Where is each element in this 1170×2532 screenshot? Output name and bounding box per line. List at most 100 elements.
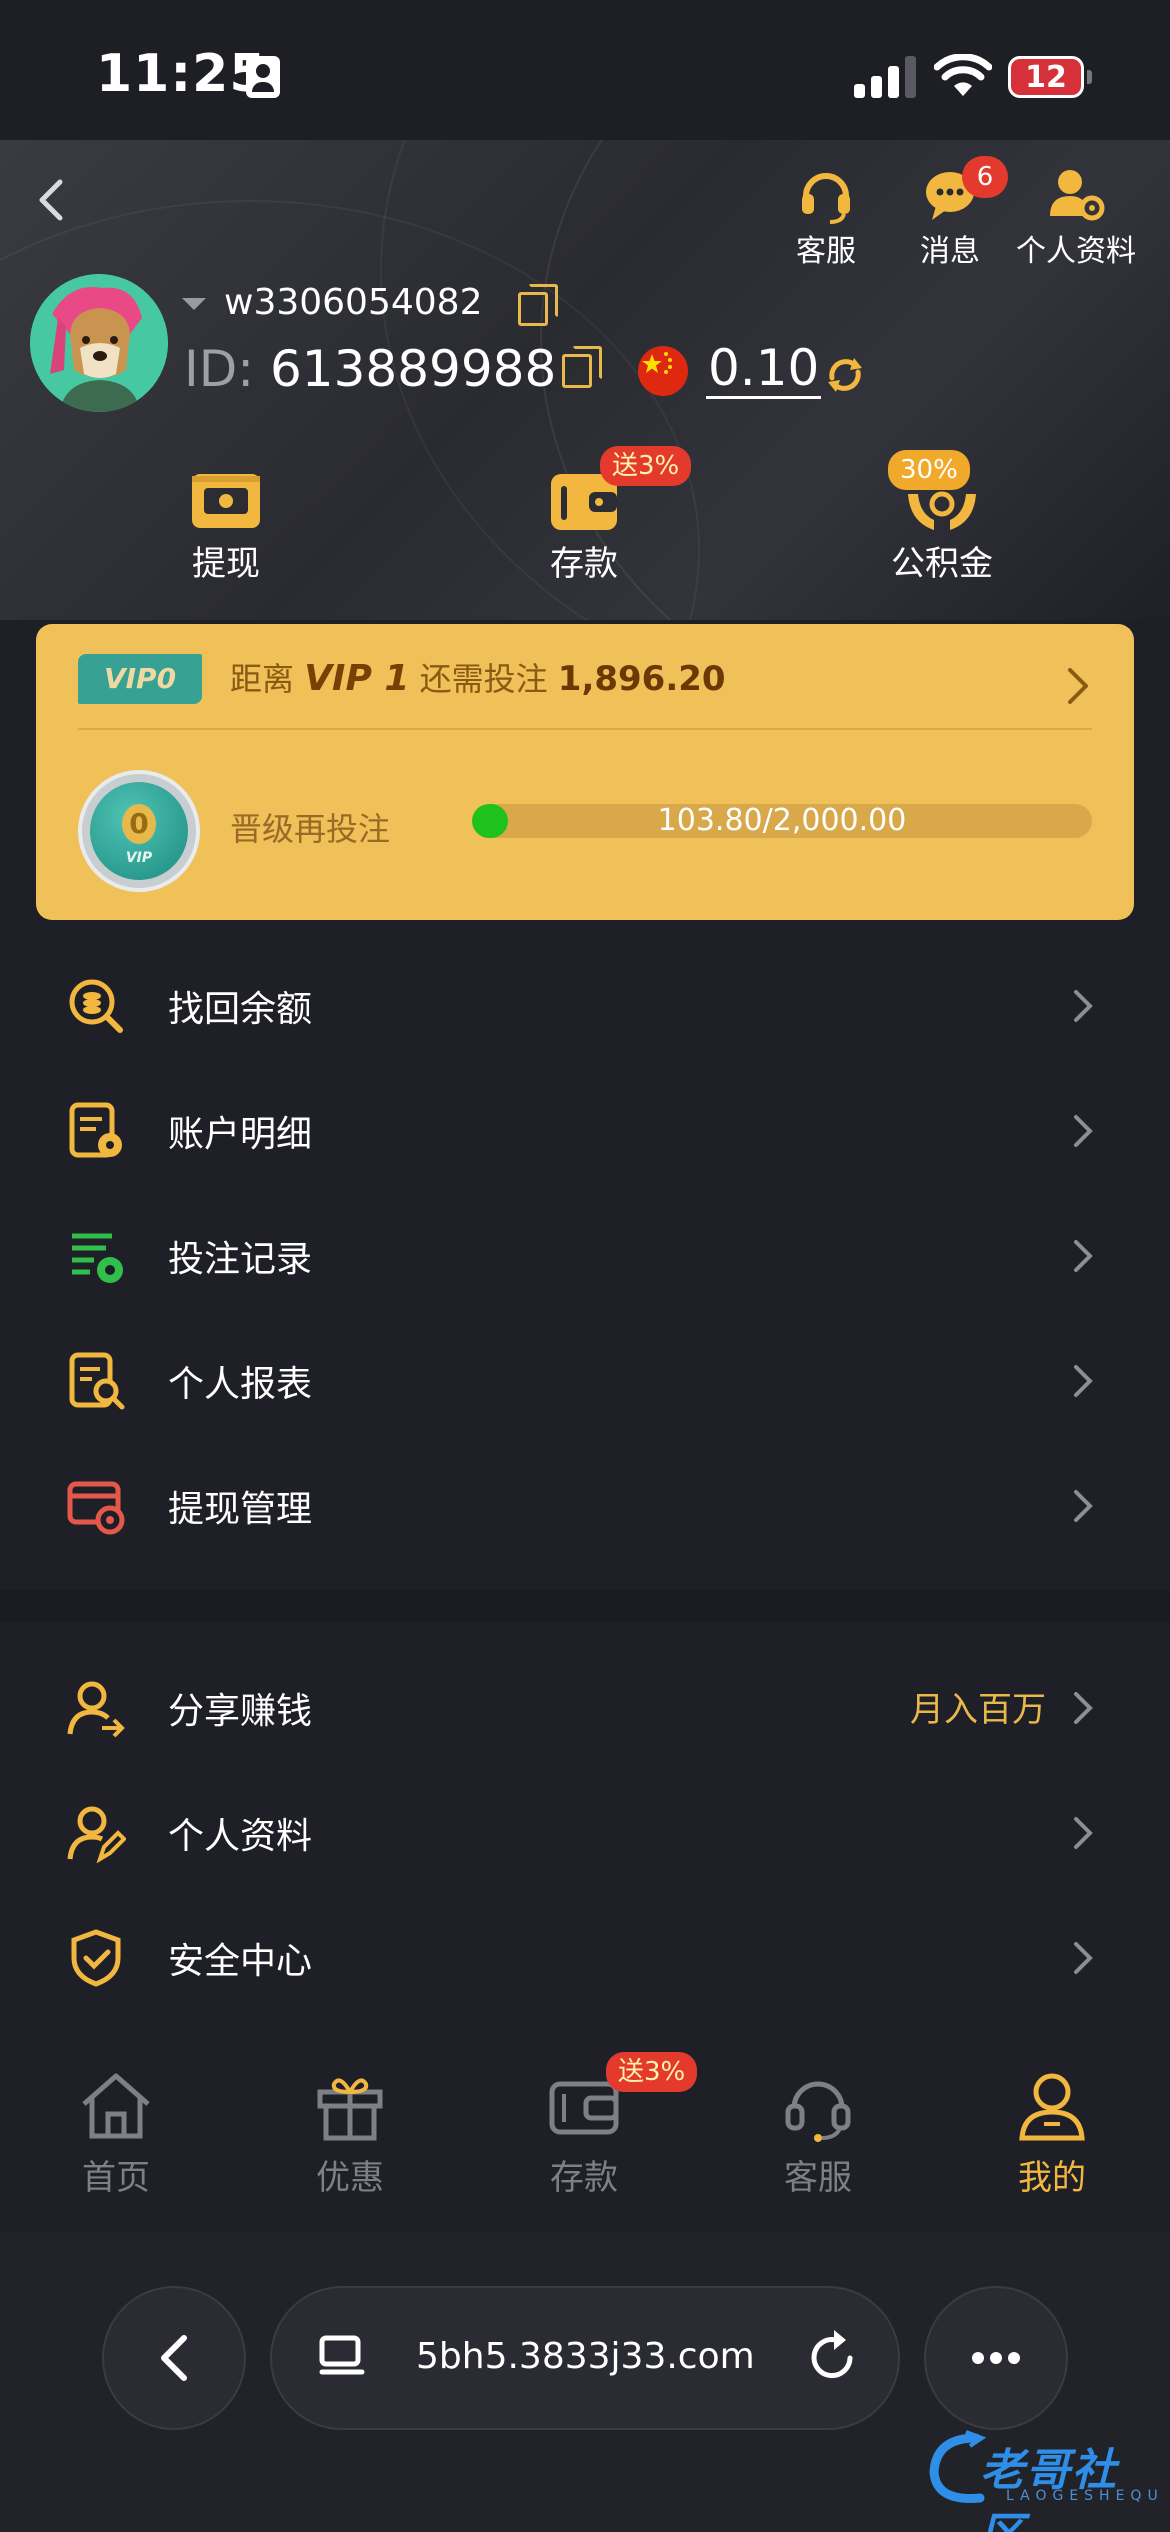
vip-medal-level: 0 xyxy=(122,804,156,844)
menu-bet-records[interactable]: 投注记录 xyxy=(0,1192,1170,1317)
nav-label: 客服 xyxy=(784,2158,852,2198)
gift-icon xyxy=(317,2078,383,2141)
menu-label: 个人资料 xyxy=(168,1816,313,1857)
headset-icon xyxy=(802,173,850,224)
deposit-button[interactable]: 送3% 存款 xyxy=(494,446,692,585)
header-profile-label: 个人资料 xyxy=(1016,234,1136,269)
chevron-right-icon xyxy=(1074,1817,1093,1849)
copy-id-icon[interactable] xyxy=(562,346,602,388)
menu-share-earn[interactable]: 分享赚钱 月入百万 xyxy=(0,1644,1170,1769)
header-messages[interactable]: 6 消息 xyxy=(880,156,1020,270)
account-menu: 找回余额 账户明细 投注记录 个人报表 提现管理 xyxy=(0,942,1170,1590)
chevron-right-icon xyxy=(1074,1115,1093,1147)
deposit-bonus-badge: 送3% xyxy=(600,446,692,486)
vip-card[interactable]: VIP0 距离 VIP 1 还需投注 1,896.20 0 VIP 晋级再投注 … xyxy=(36,624,1134,920)
menu-extra-text: 月入百万 xyxy=(910,1690,1046,1730)
battery-level: 12 xyxy=(1011,59,1081,95)
provident-fund-button[interactable]: 30% 公积金 xyxy=(852,450,1032,585)
wifi-icon xyxy=(934,54,992,96)
vip-medal-text: VIP xyxy=(125,850,153,866)
progress-text: 103.80/2,000.00 xyxy=(657,804,907,838)
provident-fund-badge: 30% xyxy=(888,450,970,490)
provident-fund-label: 公积金 xyxy=(891,544,993,584)
upgrade-label: 晋级再投注 xyxy=(230,810,391,848)
home-icon xyxy=(82,2073,150,2139)
user-id: ID: 613889988 xyxy=(184,340,556,398)
menu-personal-report[interactable]: 个人报表 xyxy=(0,1317,1170,1442)
nav-promotions[interactable]: 优惠 xyxy=(260,2070,440,2199)
status-time: 11:25 xyxy=(96,44,267,104)
account-dropdown-icon[interactable] xyxy=(182,298,206,310)
chevron-right-icon xyxy=(1074,1365,1093,1397)
account-detail-icon xyxy=(69,1102,122,1158)
url-text: 5bh5.3833j33.com xyxy=(416,2336,755,2377)
signal-icon xyxy=(854,56,916,98)
profile-edit-icon xyxy=(67,1806,126,1863)
settings-menu: 分享赚钱 月入百万 个人资料 安全中心 xyxy=(0,1644,1170,2036)
refresh-balance-icon[interactable] xyxy=(824,354,866,396)
avatar[interactable] xyxy=(30,274,168,412)
nav-mine[interactable]: 我的 xyxy=(962,2070,1142,2199)
user-id-value: 613889988 xyxy=(270,340,557,398)
nav-home[interactable]: 首页 xyxy=(26,2070,206,2199)
message-count-badge: 6 xyxy=(962,156,1008,198)
menu-label: 投注记录 xyxy=(168,1239,313,1280)
reload-icon[interactable] xyxy=(806,2328,862,2388)
username: w3306054082 xyxy=(224,282,483,323)
browser-back-button[interactable] xyxy=(102,2286,246,2430)
nav-label: 存款 xyxy=(550,2158,618,2198)
browser-more-button[interactable] xyxy=(924,2286,1068,2430)
watermark-logo: 老哥社区 LAOGESHEQU xyxy=(926,2426,1164,2532)
battery-icon: 12 xyxy=(1008,56,1092,98)
menu-label: 分享赚钱 xyxy=(168,1691,313,1732)
status-bar: 11:25 12 xyxy=(0,0,1170,140)
search-coin-icon xyxy=(69,979,123,1033)
header-profile[interactable]: 个人资料 xyxy=(1006,162,1146,270)
chevron-right-icon xyxy=(1074,1692,1093,1724)
china-flag-icon xyxy=(638,346,688,396)
upgrade-progress-bar: 103.80/2,000.00 xyxy=(472,804,1092,838)
section-divider xyxy=(0,1590,1170,1622)
menu-security-center[interactable]: 安全中心 xyxy=(0,1894,1170,2019)
vip-medal-icon: 0 VIP xyxy=(78,770,200,892)
withdraw-icon xyxy=(192,474,260,528)
headset-icon xyxy=(785,2081,851,2142)
id-card-icon xyxy=(246,56,280,98)
menu-profile[interactable]: 个人资料 xyxy=(0,1769,1170,1894)
nav-label: 我的 xyxy=(1018,2158,1086,2198)
menu-label: 安全中心 xyxy=(168,1941,313,1982)
tabs-icon xyxy=(319,2335,365,2375)
menu-label: 找回余额 xyxy=(168,989,313,1030)
watermark-text: 老哥社区 xyxy=(980,2445,1118,2532)
watermark-subtext: LAOGESHEQU xyxy=(1006,2488,1164,2504)
address-bar[interactable]: 5bh5.3833j33.com xyxy=(270,2286,900,2430)
chevron-right-icon[interactable] xyxy=(1062,664,1092,708)
menu-account-details[interactable]: 账户明细 xyxy=(0,1067,1170,1192)
nav-deposit[interactable]: 送3% 存款 xyxy=(494,2052,698,2199)
nav-deposit-badge: 送3% xyxy=(606,2052,698,2092)
copy-username-icon[interactable] xyxy=(518,284,558,326)
withdraw-button[interactable]: 提现 xyxy=(136,460,316,585)
menu-label: 账户明细 xyxy=(168,1114,313,1155)
chevron-right-icon xyxy=(1074,1490,1093,1522)
vip-next-level: VIP 1 xyxy=(304,658,410,699)
withdraw-manage-icon xyxy=(67,1481,125,1535)
user-id-label: ID: xyxy=(184,340,255,398)
header-customer-service-label: 客服 xyxy=(796,234,856,269)
header-customer-service[interactable]: 客服 xyxy=(756,162,896,270)
chevron-right-icon xyxy=(1074,1240,1093,1272)
chevron-right-icon xyxy=(1074,1942,1093,1974)
profile-header: 客服 6 消息 个人资料 w3306054082 ID: 613889988 0… xyxy=(0,140,1170,620)
vip-next-level-text: 距离 VIP 1 还需投注 1,896.20 xyxy=(230,654,726,704)
header-messages-label: 消息 xyxy=(920,234,980,269)
shield-icon xyxy=(71,1929,121,1987)
bet-record-icon xyxy=(72,1233,123,1283)
nav-customer-service[interactable]: 客服 xyxy=(728,2070,908,2199)
share-earn-icon xyxy=(67,1681,125,1738)
nav-label: 首页 xyxy=(82,2158,150,2198)
back-button[interactable] xyxy=(26,170,72,230)
nav-label: 优惠 xyxy=(316,2158,384,2198)
menu-withdraw-management[interactable]: 提现管理 xyxy=(0,1442,1170,1567)
vip-mid-text: 还需投注 xyxy=(419,660,548,698)
menu-recover-balance[interactable]: 找回余额 xyxy=(0,942,1170,1067)
